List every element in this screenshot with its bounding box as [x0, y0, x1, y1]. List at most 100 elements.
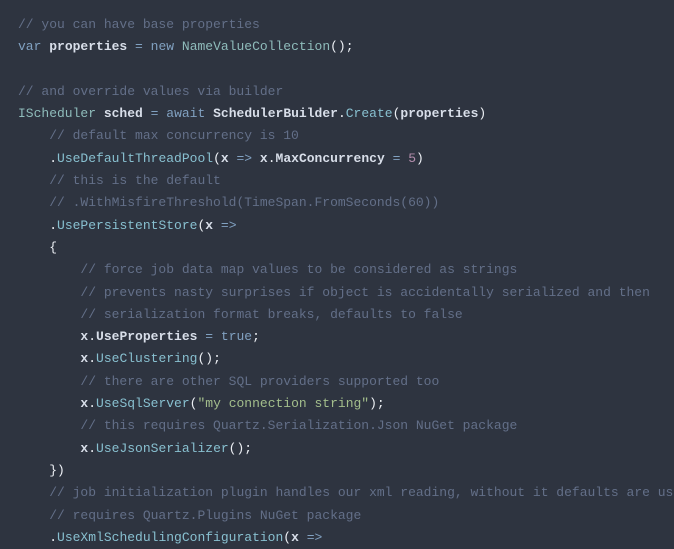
code-line: // you can have base properties: [18, 14, 656, 36]
code-token: // and override values via builder: [18, 84, 283, 99]
code-token: // requires Quartz.Plugins NuGet package: [49, 508, 361, 523]
code-line: // and override values via builder: [18, 81, 656, 103]
code-token: .: [88, 351, 96, 366]
code-token: [252, 151, 260, 166]
code-token: MaxConcurrency: [276, 151, 385, 166]
code-token: IScheduler: [18, 106, 96, 121]
code-token: NameValueCollection: [182, 39, 330, 54]
code-token: [18, 351, 80, 366]
code-token: .: [49, 218, 57, 233]
code-token: =>: [307, 530, 323, 545]
code-token: UseClustering: [96, 351, 197, 366]
code-token: // force job data map values to be consi…: [80, 262, 517, 277]
code-token: .: [49, 151, 57, 166]
code-line: .UseDefaultThreadPool(x => x.MaxConcurre…: [18, 148, 656, 170]
code-token: properties: [49, 39, 127, 54]
code-token: [18, 374, 80, 389]
code-token: // there are other SQL providers support…: [80, 374, 439, 389]
code-line: // prevents nasty surprises if object is…: [18, 282, 656, 304]
code-token: sched: [104, 106, 143, 121]
code-token: ): [416, 151, 424, 166]
code-token: UseJsonSerializer: [96, 441, 229, 456]
code-token: [18, 285, 80, 300]
code-token: ();: [229, 441, 252, 456]
code-token: );: [369, 396, 385, 411]
code-token: x: [221, 151, 229, 166]
code-token: [18, 396, 80, 411]
code-token: .: [49, 530, 57, 545]
code-token: [299, 530, 307, 545]
code-line: x.UseProperties = true;: [18, 326, 656, 348]
code-token: UseXmlSchedulingConfiguration: [57, 530, 283, 545]
code-token: ;: [252, 329, 260, 344]
code-token: true: [221, 329, 252, 344]
code-token: [385, 151, 393, 166]
code-token: [213, 329, 221, 344]
code-token: var: [18, 39, 41, 54]
code-token: [18, 262, 80, 277]
code-token: [18, 418, 80, 433]
code-token: [18, 218, 49, 233]
code-line: // .WithMisfireThreshold(TimeSpan.FromSe…: [18, 192, 656, 214]
code-token: [18, 151, 49, 166]
code-token: [18, 329, 80, 344]
code-token: =: [205, 329, 213, 344]
code-token: [205, 106, 213, 121]
code-token: ();: [197, 351, 220, 366]
code-line: }): [18, 460, 656, 482]
code-token: "my connection string": [197, 396, 369, 411]
code-token: ): [478, 106, 486, 121]
code-token: [18, 240, 49, 255]
code-line: // there are other SQL providers support…: [18, 371, 656, 393]
code-token: =>: [221, 218, 237, 233]
code-line: [18, 59, 656, 81]
code-line: .UsePersistentStore(x =>: [18, 215, 656, 237]
code-token: [143, 106, 151, 121]
code-token: new: [151, 39, 174, 54]
code-token: [127, 39, 135, 54]
code-token: x: [205, 218, 213, 233]
code-token: UseDefaultThreadPool: [57, 151, 213, 166]
code-token: .: [88, 396, 96, 411]
code-token: [229, 151, 237, 166]
code-token: .: [88, 329, 96, 344]
code-token: UsePersistentStore: [57, 218, 197, 233]
code-token: // this requires Quartz.Serialization.Js…: [80, 418, 517, 433]
code-token: [174, 39, 182, 54]
code-token: .: [268, 151, 276, 166]
code-token: [18, 195, 49, 210]
code-token: // this is the default: [49, 173, 221, 188]
code-line: x.UseSqlServer("my connection string");: [18, 393, 656, 415]
code-token: properties: [400, 106, 478, 121]
code-token: UseProperties: [96, 329, 197, 344]
code-line: // job initialization plugin handles our…: [18, 482, 656, 504]
code-token: 5: [408, 151, 416, 166]
code-token: // you can have base properties: [18, 17, 260, 32]
code-token: [18, 128, 49, 143]
code-token: (: [213, 151, 221, 166]
code-token: UseSqlServer: [96, 396, 190, 411]
code-token: =: [135, 39, 143, 54]
code-token: [143, 39, 151, 54]
code-token: [213, 218, 221, 233]
code-line: // requires Quartz.Plugins NuGet package: [18, 505, 656, 527]
code-token: =>: [237, 151, 253, 166]
code-token: [18, 441, 80, 456]
code-line: {: [18, 237, 656, 259]
code-token: SchedulerBuilder: [213, 106, 338, 121]
code-token: await: [166, 106, 205, 121]
code-token: [18, 530, 49, 545]
code-token: [18, 463, 49, 478]
code-token: ();: [330, 39, 353, 54]
code-line: // this is the default: [18, 170, 656, 192]
code-token: x: [260, 151, 268, 166]
code-token: // job initialization plugin handles our…: [49, 485, 674, 500]
code-line: // this requires Quartz.Serialization.Js…: [18, 415, 656, 437]
code-line: .UseXmlSchedulingConfiguration(x =>: [18, 527, 656, 549]
code-token: Create: [346, 106, 393, 121]
code-token: [96, 106, 104, 121]
code-token: x: [291, 530, 299, 545]
code-token: // prevents nasty surprises if object is…: [80, 285, 650, 300]
code-line: var properties = new NameValueCollection…: [18, 36, 656, 58]
code-token: .: [338, 106, 346, 121]
